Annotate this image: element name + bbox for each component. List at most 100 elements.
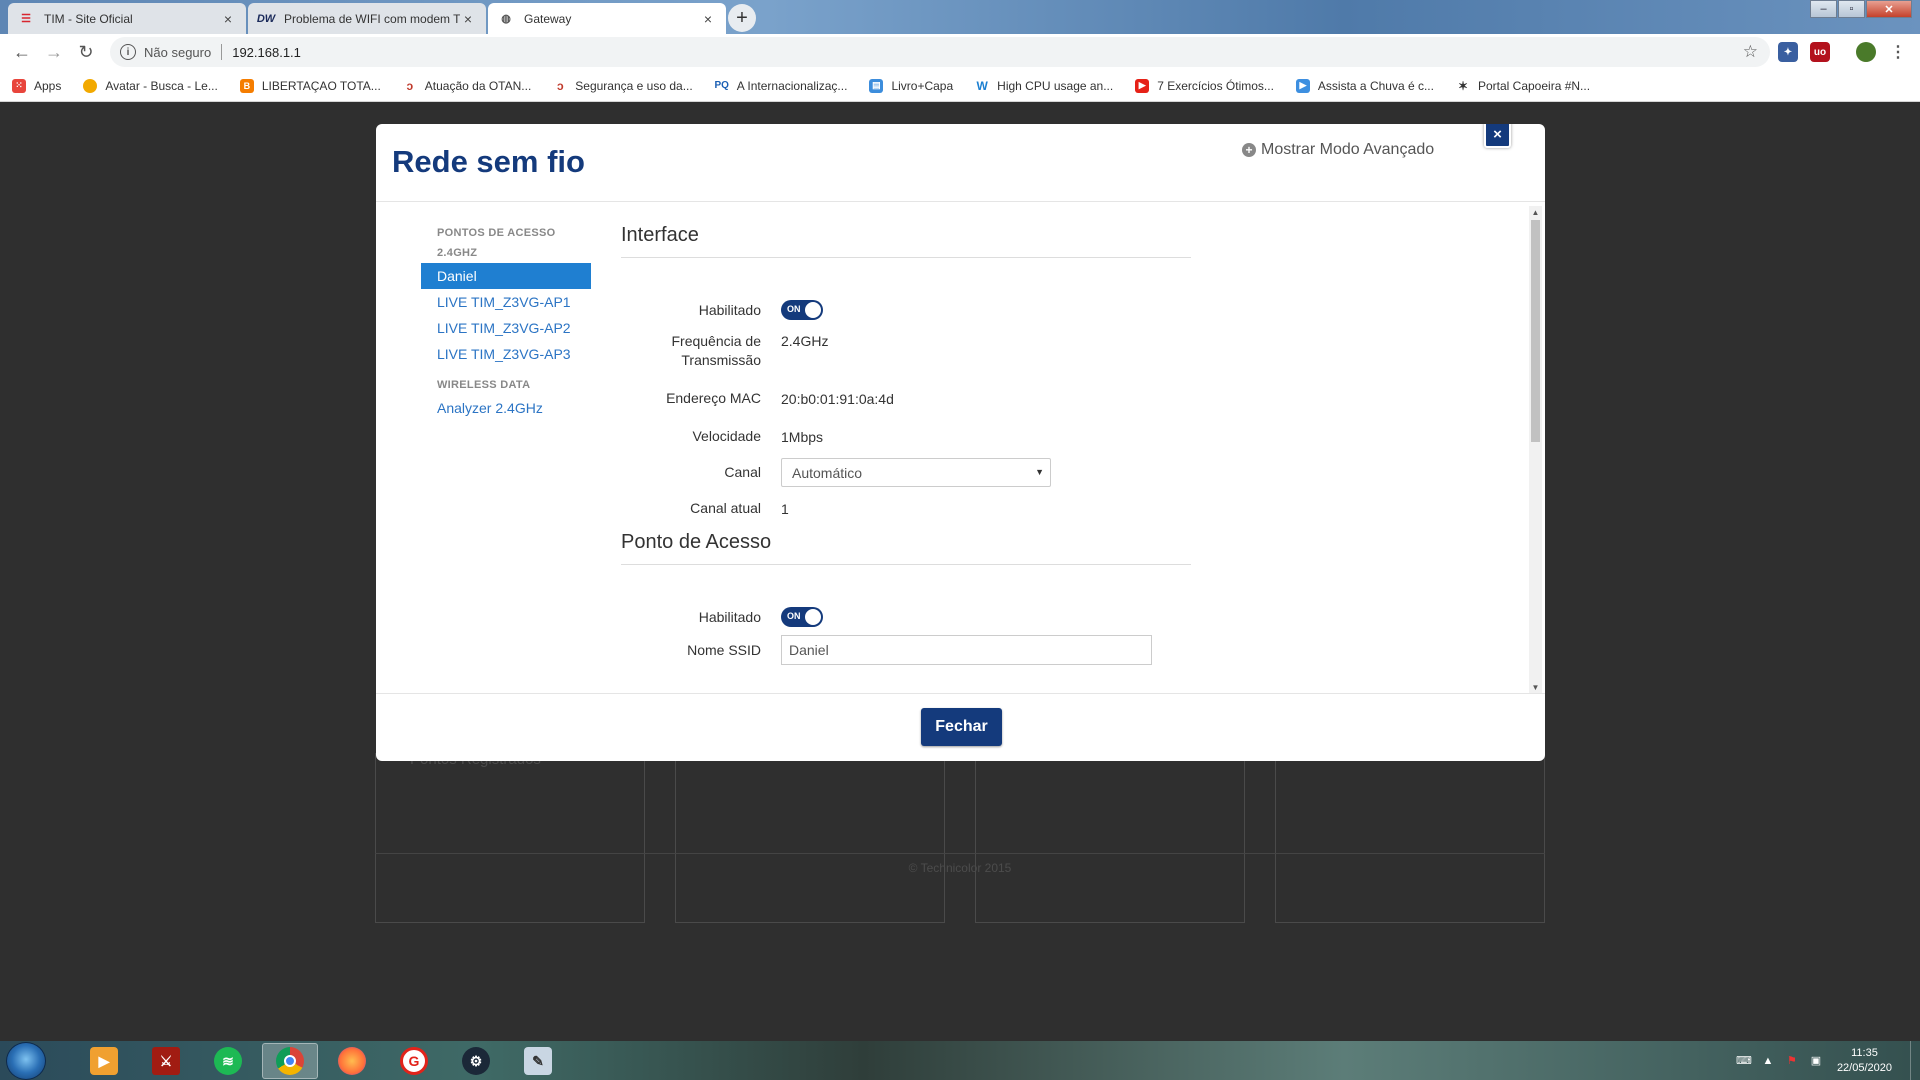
clock-date: 22/05/2020 [1836,1061,1892,1074]
close-tab-icon[interactable]: × [220,11,236,27]
ublock-icon[interactable]: uo [1810,42,1830,62]
row-mac: Endereço MAC 20:b0:01:91:0a:4d [621,389,1191,408]
bookmark-item[interactable]: ▤ Livro+Capa [869,78,953,93]
bookmark-item[interactable]: Avatar - Busca - Le... [83,78,218,93]
security-indicator[interactable]: Não seguro [144,45,211,60]
section-title-interface: Interface [621,224,1191,258]
globe-icon: ◍ [501,13,511,25]
bookmark-label: A Internacionalizaç... [736,78,848,93]
modal-body: PONTOS DE ACESSO 2.4GHZ Daniel LIVE TIM_… [376,203,1545,693]
minimize-button[interactable]: – [1810,0,1837,18]
bookmark-label: Atuação da OTAN... [424,78,532,93]
advanced-link-label: Mostrar Modo Avançado [1261,141,1435,158]
bookmark-item[interactable]: ▶ Assista a Chuva é c... [1295,78,1434,93]
modal-close-x-button[interactable]: × [1484,124,1511,148]
bookmark-apps[interactable]: ⁙ Apps [12,78,61,93]
row-channel: Canal Automático ▼ [621,458,1191,487]
field-label-line: Transmissão [681,352,761,368]
paint-icon: ✎ [524,1047,552,1075]
bookmark-item[interactable]: W High CPU usage an... [975,79,1113,93]
taskbar-firefox[interactable] [324,1043,380,1079]
window-close-button[interactable]: ✕ [1866,0,1912,18]
sidebar-item-ap1[interactable]: LIVE TIM_Z3VG-AP1 [421,289,591,315]
action-center-flag-icon[interactable]: ⚑ [1783,1054,1801,1067]
bookmark-item[interactable]: B LIBERTAÇAO TOTA... [239,78,381,93]
modal-scrollbar[interactable]: ▲ ▼ [1529,206,1542,693]
windows-taskbar: ▶ ⚔ ≋ G ⚙ ✎ ⌨ ▲ ⚑ ▣ 11:35 22/05/2020 [0,1041,1920,1080]
window-controls: – ▫ ✕ [1810,0,1912,18]
show-advanced-mode-link[interactable]: + Mostrar Modo Avançado [1242,141,1434,159]
scroll-down-arrow-icon[interactable]: ▼ [1529,681,1542,693]
sidebar-item-ap3[interactable]: LIVE TIM_Z3VG-AP3 [421,341,591,367]
keyboard-icon[interactable]: ⌨ [1735,1054,1753,1067]
close-tab-icon[interactable]: × [700,11,716,27]
bookmark-item[interactable]: ▶ 7 Exercícios Ótimos... [1135,78,1274,93]
bookmark-item[interactable]: ↄ Atuação da OTAN... [403,78,532,93]
network-icon[interactable]: ▣ [1807,1054,1825,1067]
sidebar-heading: WIRELESS DATA [437,379,531,391]
taskbar-g-app[interactable]: G [386,1043,442,1079]
background-card [975,753,1245,923]
scrollbar-thumb[interactable] [1531,220,1540,442]
interface-enabled-toggle[interactable]: ON [781,300,823,320]
sidebar-item-analyzer[interactable]: Analyzer 2.4GHz [421,395,591,421]
close-tab-icon[interactable]: × [460,11,476,27]
bookmark-label: Avatar - Busca - Le... [105,78,218,93]
tab-gateway[interactable]: ◍ Gateway × [488,3,726,34]
profile-avatar[interactable] [1856,42,1876,62]
bookmark-label: 7 Exercícios Ótimos... [1157,78,1274,93]
url-text[interactable]: 192.168.1.1 [232,45,301,60]
row-frequency: Frequência de Transmissão 2.4GHz [621,332,1191,370]
bookmark-star-icon[interactable]: ☆ [1743,42,1758,62]
field-label: Habilitado [698,608,761,625]
show-desktop-button[interactable] [1910,1041,1920,1080]
address-bar[interactable]: i Não seguro 192.168.1.1 ☆ [110,37,1770,67]
bookmark-item[interactable]: ↄ Segurança e uso da... [553,78,693,93]
capoeira-icon: ✶ [1457,78,1469,93]
field-label-line: Frequência de [671,333,761,349]
sidebar-item-ap2[interactable]: LIVE TIM_Z3VG-AP2 [421,315,591,341]
sidebar-item-daniel[interactable]: Daniel [421,263,591,289]
ssid-input[interactable]: Daniel [781,635,1152,665]
extension-puzzle-icon[interactable]: ✦ [1778,42,1798,62]
taskbar-spotify[interactable]: ≋ [200,1043,256,1079]
chrome-icon [276,1047,304,1075]
clock[interactable]: 11:35 22/05/2020 [1837,1046,1892,1076]
taskbar-media-player[interactable]: ▶ [76,1043,132,1079]
toggle-knob [805,609,821,625]
chrome-menu-icon[interactable]: ⋮ [1888,42,1908,62]
bookmark-item[interactable]: PQ A Internacionalizaç... [714,78,848,93]
start-button[interactable] [6,1042,46,1080]
current-channel-value: 1 [781,500,789,517]
reload-icon[interactable]: ↻ [70,36,102,68]
page-footer: © Technicolor 2015 [908,861,1012,875]
taskbar-dota2[interactable]: ⚔ [138,1043,194,1079]
background-divider [375,853,1545,854]
channel-selected-value: Automático [792,464,863,481]
apps-grid-icon: ⁙ [12,78,26,93]
taskbar-steam[interactable]: ⚙ [448,1043,504,1079]
bookmark-item[interactable]: ✶ Portal Capoeira #N... [1456,79,1590,93]
ap-enabled-toggle[interactable]: ON [781,607,823,627]
tray-expand-icon[interactable]: ▲ [1759,1055,1777,1067]
maximize-button[interactable]: ▫ [1838,0,1865,18]
omnibox-divider [221,44,223,60]
toggle-state: ON [787,611,801,621]
row-current-channel: Canal atual 1 [621,499,1191,518]
tab-tim-site[interactable]: ☰ TIM - Site Oficial × [8,3,246,34]
blogger-icon: B [239,78,254,93]
fechar-button[interactable]: Fechar [921,708,1002,746]
channel-select[interactable]: Automático ▼ [781,458,1051,487]
forward-arrow-icon[interactable]: → [38,36,70,68]
g-app-icon: G [400,1047,428,1075]
back-arrow-icon[interactable]: ← [6,36,38,68]
tab-wifi-problem[interactable]: DW Problema de WIFI com modem T × [248,3,486,34]
new-tab-button[interactable]: + [728,4,756,32]
field-label: Canal atual [690,500,761,516]
browser-toolbar: ← → ↻ i Não seguro 192.168.1.1 ☆ ✦ uo ⋮ [0,34,1920,70]
info-icon[interactable]: i [120,44,136,60]
feather-icon: ↄ [556,78,564,93]
scroll-up-arrow-icon[interactable]: ▲ [1529,206,1542,218]
taskbar-chrome[interactable] [262,1043,318,1079]
taskbar-paint[interactable]: ✎ [510,1043,566,1079]
